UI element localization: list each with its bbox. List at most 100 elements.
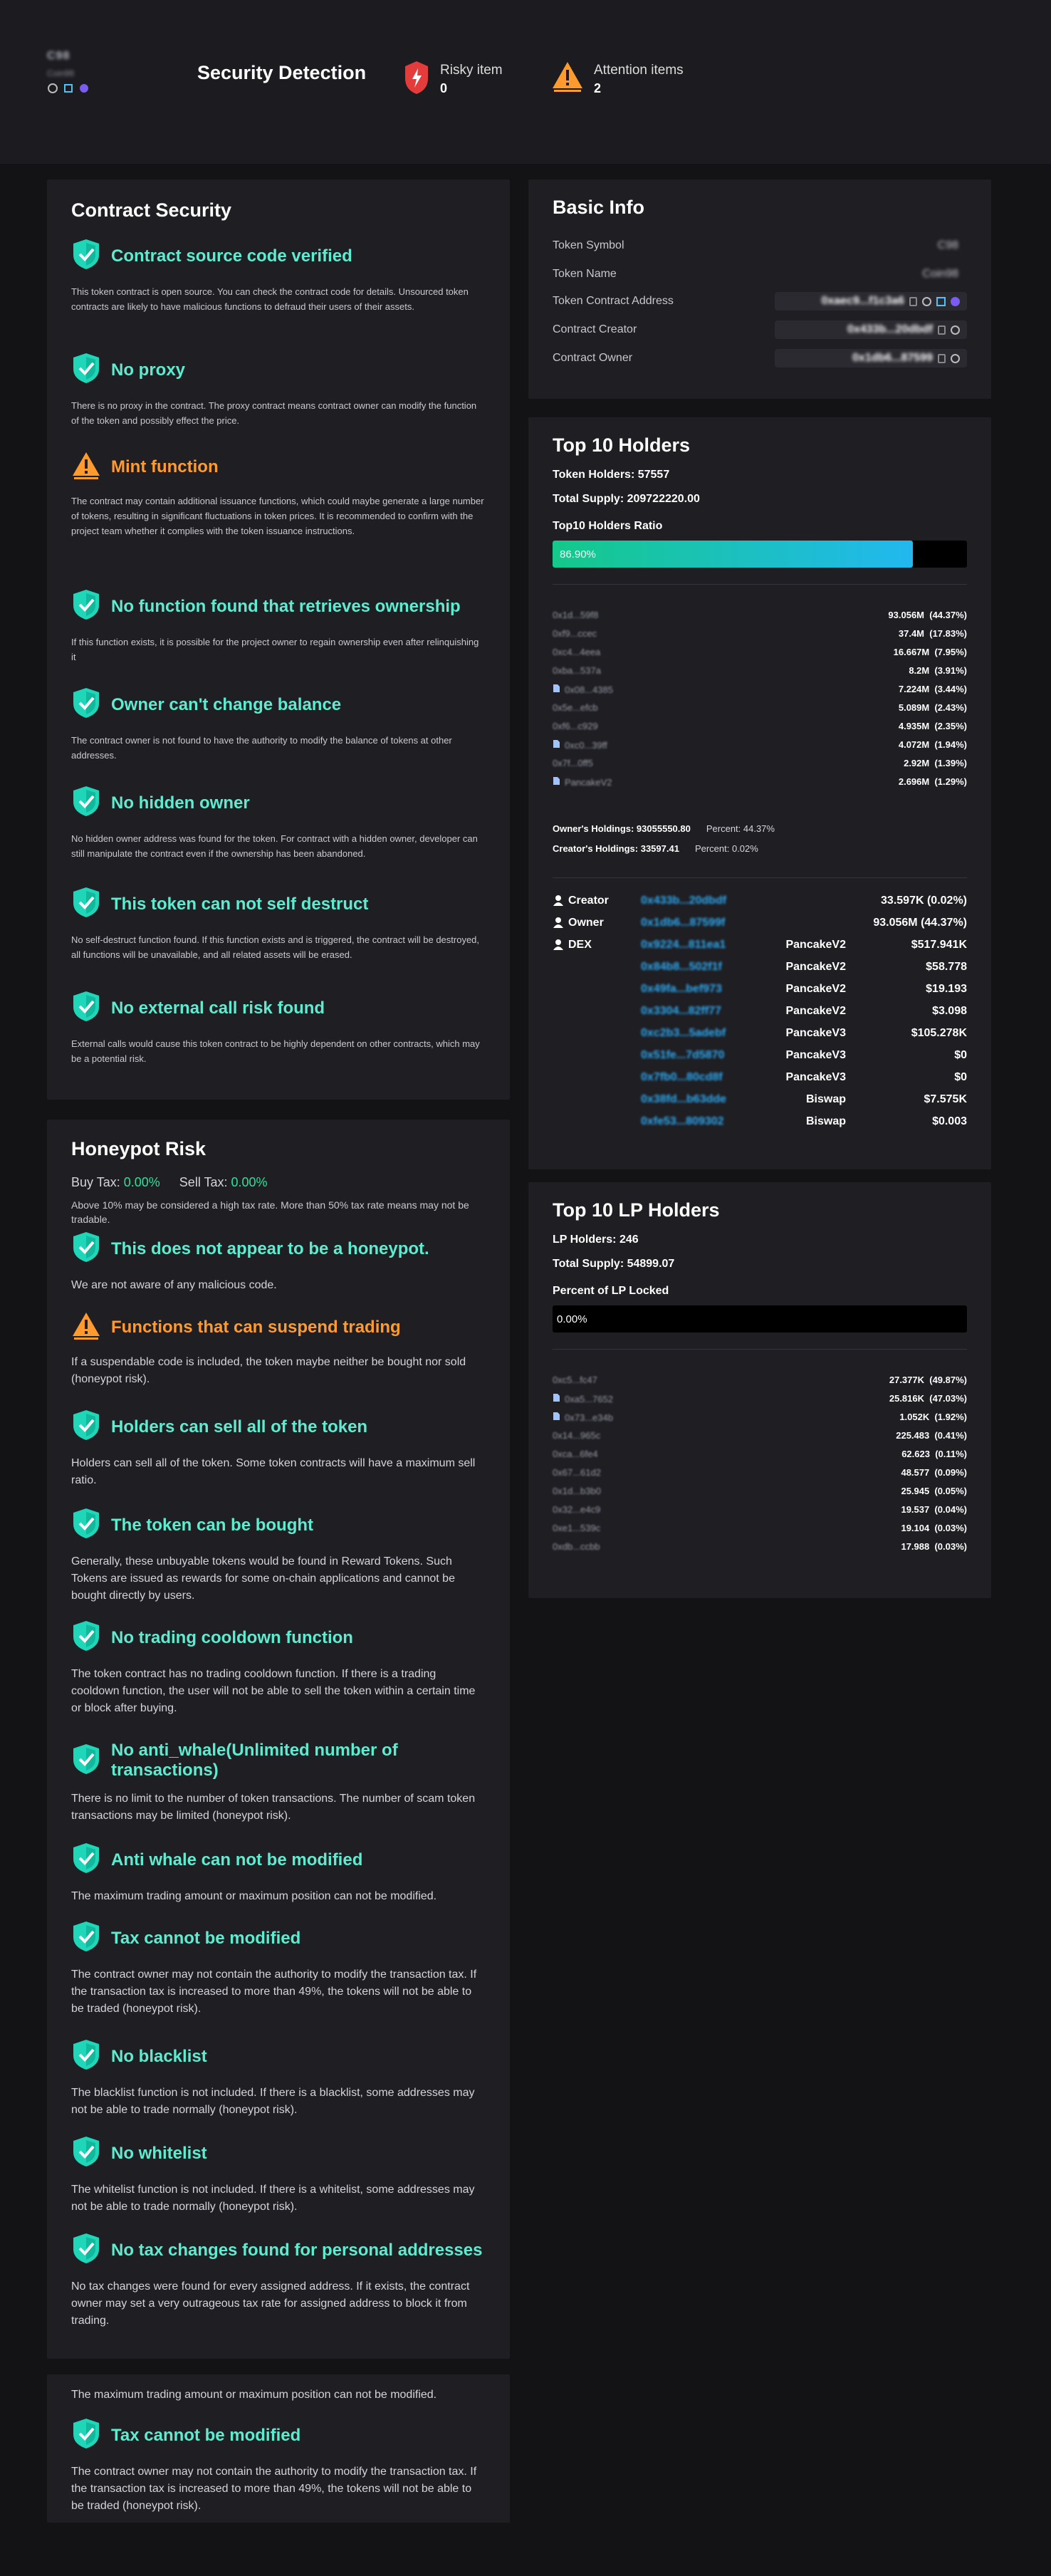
role-address[interactable]: 0x49fa...bef973 bbox=[641, 983, 722, 996]
holder-address[interactable]: PancakeV2 bbox=[565, 777, 612, 788]
dex-icon[interactable] bbox=[951, 296, 960, 306]
holder-row[interactable]: 0x08...4385 7.224M (3.44%) bbox=[553, 684, 967, 695]
creator-holdings-percent: Percent: 0.02% bbox=[694, 843, 758, 854]
holder-address[interactable]: 0x67...61d2 bbox=[553, 1467, 601, 1478]
holder-row[interactable]: 0x67...61d2 48.577 (0.09%) bbox=[553, 1467, 967, 1478]
chain-icon[interactable] bbox=[951, 325, 960, 335]
role-address[interactable]: 0xfe53...809302 bbox=[641, 1115, 724, 1128]
divider bbox=[553, 1349, 967, 1350]
role-address[interactable]: 0x433b...20dbdf bbox=[641, 895, 726, 907]
holder-row[interactable]: 0x7f...0ff5 2.92M (1.39%) bbox=[553, 758, 967, 768]
holder-row[interactable]: 0xc4...4eea 16.667M (7.95%) bbox=[553, 647, 967, 657]
lp-total-supply: Total Supply: 54899.07 bbox=[553, 1258, 675, 1270]
extra-line: The maximum trading amount or maximum po… bbox=[71, 2389, 437, 2401]
basic-info-title: Basic Info bbox=[553, 197, 645, 218]
role-value: $517.941K bbox=[911, 939, 967, 951]
holder-row[interactable]: 0xa5...7652 25.816K (47.03%) bbox=[553, 1393, 967, 1404]
holder-row[interactable]: 0xca...6fe4 62.623 (0.11%) bbox=[553, 1449, 967, 1459]
holder-address[interactable]: 0xa5...7652 bbox=[565, 1394, 613, 1404]
chain-icon[interactable] bbox=[47, 83, 58, 94]
lp-holders-count: LP Holders: 246 bbox=[553, 1234, 639, 1246]
holder-percent: (17.83%) bbox=[929, 628, 967, 639]
holder-row[interactable]: 0xc5...fc47 27.377K (49.87%) bbox=[553, 1375, 967, 1385]
explorer-icon[interactable] bbox=[936, 296, 946, 306]
role-address[interactable]: 0x9224...811ea1 bbox=[641, 939, 726, 951]
risk-item-description: The token contract has no trading cooldo… bbox=[71, 1668, 476, 1714]
holder-row[interactable]: 0x5e...efcb 5.089M (2.43%) bbox=[553, 702, 967, 713]
dex-name: Biswap bbox=[805, 1093, 846, 1105]
copy-icon[interactable] bbox=[909, 296, 917, 306]
holder-percent: (0.41%) bbox=[934, 1430, 967, 1441]
holder-row[interactable]: 0x32...e4c9 19.537 (0.04%) bbox=[553, 1504, 967, 1515]
top10-ratio-fill: 86.90% bbox=[553, 541, 913, 568]
risk-item-title: No tax changes found for personal addres… bbox=[111, 2240, 483, 2260]
holder-percent: (0.03%) bbox=[934, 1541, 967, 1552]
holder-address[interactable]: 0xc0...39ff bbox=[565, 740, 607, 751]
role-address[interactable]: 0x51fe...7d5870 bbox=[641, 1049, 724, 1062]
contract-address-label: Token Contract Address bbox=[553, 295, 674, 307]
role-address[interactable]: 0x38fd...b63dde bbox=[641, 1093, 726, 1106]
shield-check-icon bbox=[71, 352, 101, 388]
holder-percent: (0.03%) bbox=[934, 1523, 967, 1533]
person-icon bbox=[553, 895, 564, 909]
chain-icon[interactable] bbox=[951, 353, 960, 363]
holder-row[interactable]: 0xba...537a 8.2M (3.91%) bbox=[553, 665, 967, 676]
role-address[interactable]: 0x7fb0...80cd8f bbox=[641, 1071, 723, 1084]
holder-address[interactable]: 0xc4...4eea bbox=[553, 647, 600, 657]
holder-address[interactable]: 0x73...e34b bbox=[565, 1412, 613, 1423]
role-address[interactable]: 0x84b8...502f1f bbox=[641, 961, 722, 974]
holder-percent: (2.35%) bbox=[934, 721, 967, 731]
holder-address[interactable]: 0xba...537a bbox=[553, 665, 601, 676]
header-bar: C98 Coin98 Security Detection Risky item… bbox=[0, 0, 1051, 164]
contract-creator-pill[interactable]: 0x433b...20dbdf bbox=[775, 320, 967, 339]
holder-address[interactable]: 0x7f...0ff5 bbox=[553, 758, 593, 768]
risk-item-title: No trading cooldown function bbox=[111, 1627, 353, 1647]
holder-percent: (3.91%) bbox=[934, 665, 967, 676]
holder-address[interactable]: 0xf9...ccec bbox=[553, 628, 597, 639]
holder-row[interactable]: 0x1d...b3b0 25.945 (0.05%) bbox=[553, 1486, 967, 1496]
holder-address[interactable]: 0xca...6fe4 bbox=[553, 1449, 598, 1459]
risky-item-summary: Risky item 0 bbox=[403, 60, 503, 96]
contract-address-pill[interactable]: 0xaec9...f1c3a6 bbox=[775, 292, 967, 311]
holder-address[interactable]: 0xf6...c929 bbox=[553, 721, 598, 731]
role-address[interactable]: 0xc2b3...5adebf bbox=[641, 1027, 726, 1040]
holder-row[interactable]: 0x73...e34b 1.052K (1.92%) bbox=[553, 1412, 967, 1423]
shield-check-icon bbox=[71, 886, 101, 922]
role-value: $0 bbox=[954, 1071, 967, 1083]
holder-row[interactable]: 0xf6...c929 4.935M (2.35%) bbox=[553, 721, 967, 731]
holder-row[interactable]: 0xdb...ccbb 17.988 (0.03%) bbox=[553, 1541, 967, 1552]
holder-amount: 48.577 bbox=[901, 1467, 930, 1478]
chain-icon[interactable] bbox=[922, 296, 931, 306]
risk-item-title: No proxy bbox=[111, 360, 186, 380]
holder-row[interactable]: 0x1d...59f8 93.056M (44.37%) bbox=[553, 610, 967, 620]
holder-row[interactable]: 0xc0...39ff 4.072M (1.94%) bbox=[553, 739, 967, 751]
holder-address[interactable]: 0x5e...efcb bbox=[553, 702, 598, 713]
holder-address[interactable]: 0x1d...b3b0 bbox=[553, 1486, 601, 1496]
holder-address[interactable]: 0x1d...59f8 bbox=[553, 610, 598, 620]
holder-address[interactable]: 0x14...965c bbox=[553, 1430, 600, 1441]
holder-row[interactable]: 0x14...965c 225.483 (0.41%) bbox=[553, 1430, 967, 1441]
holder-row[interactable]: 0xf9...ccec 37.4M (17.83%) bbox=[553, 628, 967, 639]
holder-address[interactable]: 0xe1...539c bbox=[553, 1523, 600, 1533]
holder-address[interactable]: 0xc5...fc47 bbox=[553, 1375, 597, 1385]
risk-item-description: External calls would cause this token co… bbox=[71, 1038, 480, 1064]
holder-address[interactable]: 0x32...e4c9 bbox=[553, 1504, 600, 1515]
dex-icon[interactable] bbox=[78, 83, 90, 94]
top10-ratio-bar: 86.90% bbox=[553, 541, 967, 568]
risk-item: No function found that retrieves ownersh… bbox=[71, 588, 486, 664]
holder-row[interactable]: 0xe1...539c 19.104 (0.03%) bbox=[553, 1523, 967, 1533]
dex-name: PancakeV2 bbox=[785, 961, 846, 973]
risk-item-title: No whitelist bbox=[111, 2143, 207, 2163]
role-address[interactable]: 0x1db6...87599f bbox=[641, 917, 725, 929]
risk-item-title: No hidden owner bbox=[111, 793, 250, 813]
holder-row[interactable]: PancakeV2 2.696M (1.29%) bbox=[553, 776, 967, 788]
role-address[interactable]: 0x3304...82ff77 bbox=[641, 1005, 721, 1018]
holder-address[interactable]: 0x08...4385 bbox=[565, 684, 613, 695]
copy-icon[interactable] bbox=[938, 353, 946, 363]
explorer-icon[interactable] bbox=[63, 83, 74, 94]
copy-icon[interactable] bbox=[938, 325, 946, 335]
holder-percent: (2.43%) bbox=[934, 702, 967, 713]
contract-owner-pill[interactable]: 0x1db6...87599 bbox=[775, 349, 967, 367]
risk-item-title: No blacklist bbox=[111, 2046, 207, 2066]
holder-address[interactable]: 0xdb...ccbb bbox=[553, 1541, 600, 1552]
